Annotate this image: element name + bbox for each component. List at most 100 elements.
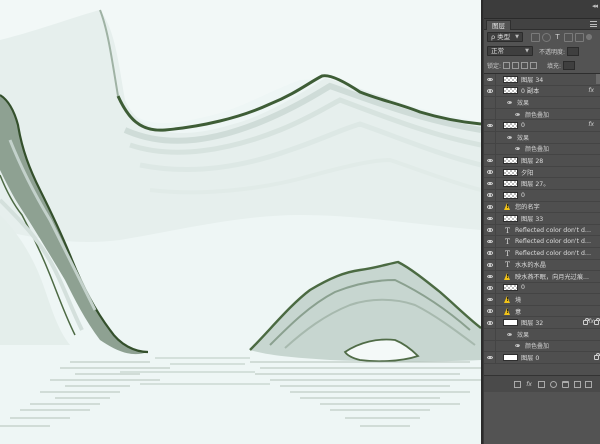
layers-scrollbar[interactable] xyxy=(596,74,600,84)
layer-row[interactable]: T Reflected color don't don't, t... xyxy=(484,236,600,248)
layer-row[interactable]: 映水燕不眠，向月光过痕... xyxy=(484,271,600,283)
layer-row[interactable]: 0 xyxy=(484,282,600,295)
type-filter-icon[interactable]: T xyxy=(553,33,562,42)
layers-list[interactable]: 图层 34 0 副本 fx 效果 颜色叠加 0 fx 效果 颜色叠加 图层 28 夕阳 图层 27。 0… xyxy=(484,73,600,375)
layer-effects-row[interactable]: 效果 xyxy=(484,97,600,109)
lock-position-icon[interactable] xyxy=(521,61,529,69)
layer-thumbnail[interactable] xyxy=(503,214,518,222)
adjustment-filter-icon[interactable] xyxy=(542,32,551,42)
filter-row: ρ 类型 ▼ T xyxy=(484,30,600,44)
new-layer-icon[interactable] xyxy=(573,380,581,388)
layer-effect-row[interactable]: 颜色叠加 xyxy=(484,143,600,156)
visibility-toggle[interactable] xyxy=(484,294,496,305)
layer-row[interactable]: T Reflected color don't don't, t... xyxy=(484,224,600,237)
layer-effect-row[interactable]: 颜色叠加 xyxy=(484,108,600,121)
warning-icon[interactable] xyxy=(504,203,511,211)
visibility-toggle[interactable] xyxy=(484,155,496,166)
filter-toggle-icon[interactable] xyxy=(586,34,592,40)
panel-menu-icon[interactable] xyxy=(590,21,597,27)
visibility-toggle[interactable] xyxy=(484,178,496,189)
shape-filter-icon[interactable] xyxy=(564,32,573,42)
pixel-filter-icon[interactable] xyxy=(531,32,540,42)
visibility-toggle[interactable] xyxy=(484,201,496,213)
filter-kind-select[interactable]: ρ 类型 ▼ xyxy=(487,32,523,42)
opacity-input[interactable] xyxy=(567,46,580,56)
layer-row[interactable]: 境 xyxy=(484,294,600,306)
layer-thumbnail[interactable] xyxy=(503,319,518,327)
layer-thumbnail[interactable] xyxy=(503,191,518,199)
smart-object-filter-icon[interactable] xyxy=(575,32,584,42)
visibility-toggle[interactable] xyxy=(484,247,496,259)
layer-row[interactable]: 图层 33 xyxy=(484,213,600,225)
lock-transparent-icon[interactable] xyxy=(503,61,511,69)
layer-fx-badge[interactable]: fx xyxy=(588,121,594,128)
layer-row[interactable]: 图层 28 xyxy=(484,155,600,167)
visibility-toggle[interactable] xyxy=(484,271,496,282)
lock-pixels-icon[interactable] xyxy=(512,61,520,69)
warning-icon[interactable] xyxy=(504,296,511,304)
fx-icon[interactable]: fx xyxy=(526,381,533,388)
effect-visibility-eye-icon[interactable] xyxy=(512,112,522,116)
visibility-toggle[interactable] xyxy=(484,85,496,97)
eye-icon xyxy=(486,170,493,174)
layer-row[interactable]: 0 副本 fx xyxy=(484,85,600,98)
effect-visibility-eye-icon[interactable] xyxy=(504,135,514,139)
eye-icon xyxy=(486,321,493,325)
mask-icon[interactable] xyxy=(538,380,546,388)
layer-thumbnail[interactable] xyxy=(503,354,518,362)
layer-row[interactable]: 意 xyxy=(484,305,600,318)
link-icon[interactable] xyxy=(514,380,522,388)
fill-input[interactable] xyxy=(563,60,576,70)
warning-icon[interactable] xyxy=(504,272,511,280)
document-canvas[interactable] xyxy=(0,0,481,444)
layer-row[interactable]: 0 fx xyxy=(484,120,600,132)
visibility-toggle[interactable] xyxy=(484,74,496,85)
layer-thumbnail[interactable] xyxy=(503,156,518,164)
visibility-spacer xyxy=(484,329,496,340)
effect-visibility-eye-icon[interactable] xyxy=(504,332,514,336)
layer-row[interactable]: 夕阳 xyxy=(484,166,600,179)
collapse-panels-icon[interactable]: ◂◂ xyxy=(592,2,598,10)
layer-row[interactable]: 图层 34 xyxy=(484,74,600,86)
warning-icon[interactable] xyxy=(504,307,511,315)
effect-visibility-eye-icon[interactable] xyxy=(512,147,522,151)
layer-thumbnail[interactable] xyxy=(503,122,518,130)
layer-thumbnail[interactable] xyxy=(503,87,518,95)
layer-thumbnail[interactable] xyxy=(503,180,518,188)
filter-kind-value: 类型 xyxy=(497,33,511,41)
visibility-toggle[interactable] xyxy=(484,166,496,178)
visibility-toggle[interactable] xyxy=(484,352,496,363)
visibility-toggle[interactable] xyxy=(484,282,496,294)
layer-thumbnail[interactable] xyxy=(503,284,518,292)
layer-effects-row[interactable]: 效果 xyxy=(484,131,600,144)
lock-all-icon[interactable] xyxy=(530,61,538,69)
adjustment-icon[interactable] xyxy=(549,380,557,388)
tab-layers[interactable]: 图层 xyxy=(486,20,511,30)
effect-visibility-eye-icon[interactable] xyxy=(504,100,514,104)
layer-thumbnail[interactable] xyxy=(503,75,518,83)
layer-fx-badge[interactable]: fx xyxy=(588,87,594,94)
layer-row[interactable]: 图层 27。 xyxy=(484,178,600,190)
visibility-toggle[interactable] xyxy=(484,189,496,201)
visibility-toggle[interactable] xyxy=(484,224,496,236)
layer-effects-row[interactable]: 效果 xyxy=(484,329,600,341)
visibility-toggle[interactable] xyxy=(484,317,496,329)
visibility-toggle[interactable] xyxy=(484,259,496,271)
layer-row[interactable]: 图层 32 fx xyxy=(484,317,600,330)
blend-mode-select[interactable]: 正常 ▼ xyxy=(487,46,533,56)
effect-visibility-eye-icon[interactable] xyxy=(512,344,522,348)
trash-icon[interactable] xyxy=(585,380,593,388)
visibility-toggle[interactable] xyxy=(484,213,496,224)
visibility-toggle[interactable] xyxy=(484,305,496,317)
visibility-toggle[interactable] xyxy=(484,236,496,247)
layer-row[interactable]: 0 xyxy=(484,189,600,202)
layer-row[interactable]: 您的名字 xyxy=(484,201,600,214)
layer-row[interactable]: 图层 0 xyxy=(484,352,600,364)
layer-effect-row[interactable]: 颜色叠加 xyxy=(484,340,600,353)
layer-thumbnail[interactable] xyxy=(503,168,518,176)
folder-icon[interactable] xyxy=(561,380,569,388)
layer-row[interactable]: T Reflected color don't don't, t... xyxy=(484,247,600,260)
visibility-toggle[interactable] xyxy=(484,120,496,131)
layer-row[interactable]: T 水水的水晶 xyxy=(484,259,600,272)
type-layer-icon: T xyxy=(504,260,510,270)
